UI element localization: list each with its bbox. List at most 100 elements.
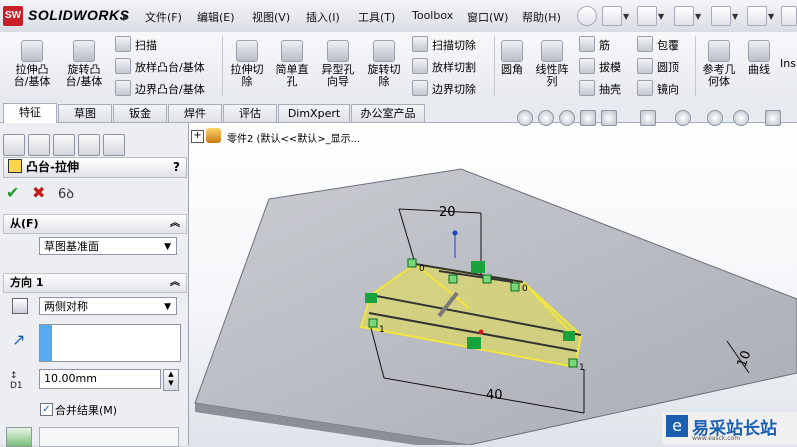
chevron-down-icon[interactable]: ▼ — [623, 12, 629, 21]
zoom-to-fit-icon[interactable] — [517, 110, 533, 126]
collapse-icon[interactable]: ︽ — [170, 215, 180, 233]
handle-point — [448, 274, 458, 284]
chevron-down-icon[interactable]: ▼ — [768, 12, 774, 21]
configuration-icon[interactable] — [53, 134, 75, 156]
save-icon[interactable] — [674, 6, 694, 26]
thin-feature-icon[interactable] — [6, 427, 32, 447]
property-manager-icon[interactable] — [28, 134, 50, 156]
mirror-button[interactable]: 镜向 — [637, 80, 679, 96]
part-name[interactable]: 零件2 (默认<<默认>_显示... — [227, 130, 360, 145]
tab-dimxpert[interactable]: DimXpert — [278, 104, 350, 122]
end-condition-select[interactable]: 两侧对称 ▼ — [39, 297, 177, 315]
solidworks-logo-icon[interactable]: SW — [3, 6, 23, 26]
from-group-header[interactable]: 从(F) ︽ — [3, 214, 187, 234]
extrude-cut-icon — [236, 40, 258, 62]
display-style-icon[interactable] — [640, 110, 656, 126]
menu-window[interactable]: 窗口(W) — [467, 9, 508, 25]
menu-tools[interactable]: 工具(T) — [358, 9, 395, 25]
menu-file[interactable]: 文件(F) — [145, 9, 182, 25]
draft-button[interactable]: 拔模 — [579, 58, 621, 74]
swept-cut-icon — [412, 36, 428, 52]
print-icon[interactable] — [711, 6, 731, 26]
collapse-icon[interactable]: ︽ — [170, 274, 180, 292]
merge-result-checkbox[interactable]: ✓ — [40, 403, 53, 416]
view-orientation-icon[interactable] — [601, 110, 617, 126]
dome-button[interactable]: 圆顶 — [637, 58, 679, 74]
simple-hole-button[interactable]: 简单直 孔 — [272, 38, 312, 88]
extrude-boss-button[interactable]: 拉伸凸 台/基体 — [10, 38, 54, 88]
chevron-down-icon[interactable]: ▼ — [732, 12, 738, 21]
dimension-bottom[interactable]: 40 — [486, 388, 503, 403]
help-button[interactable]: ? — [173, 158, 180, 177]
loft-button[interactable]: 放样凸台/基体 — [115, 58, 205, 74]
dimxpert-icon[interactable] — [78, 134, 100, 156]
tab-evaluate[interactable]: 评估 — [223, 104, 277, 122]
expand-tree-icon[interactable]: + — [191, 130, 204, 143]
chevron-down-icon[interactable]: ▼ — [658, 12, 664, 21]
lofted-cut-button[interactable]: 放样切割 — [412, 58, 476, 74]
menu-toolbox[interactable]: Toolbox — [412, 9, 453, 22]
feature-tree-icon[interactable] — [3, 134, 25, 156]
curves-button[interactable]: 曲线 — [743, 38, 775, 76]
section-view-icon[interactable] — [580, 110, 596, 126]
display-manager-icon[interactable] — [103, 134, 125, 156]
toolbar-divider — [222, 36, 223, 96]
direction1-group-header[interactable]: 方向 1 ︽ — [3, 273, 187, 293]
boundary-boss-icon — [115, 80, 131, 96]
boundary-boss-button[interactable]: 边界凸台/基体 — [115, 80, 205, 96]
boundary-cut-button[interactable]: 边界切除 — [412, 80, 476, 96]
view-settings-icon[interactable] — [765, 110, 781, 126]
menu-edit[interactable]: 编辑(E) — [197, 9, 235, 25]
simple-hole-icon — [281, 40, 303, 62]
rib-button[interactable]: 筋 — [579, 36, 610, 52]
preview-button[interactable]: 6ꝺ — [58, 184, 74, 202]
reverse-direction-icon[interactable] — [12, 298, 28, 314]
tab-sketch[interactable]: 草图 — [58, 104, 112, 122]
menu-insert[interactable]: 插入(I) — [306, 9, 340, 25]
tab-weldments[interactable]: 焊件 — [168, 104, 222, 122]
sweep-button[interactable]: 扫描 — [115, 36, 157, 52]
open-folder-icon[interactable] — [637, 6, 657, 26]
hole-wizard-button[interactable]: 异型孔 向导 — [317, 38, 359, 88]
handle-label: 0 — [419, 264, 425, 274]
reference-geometry-button[interactable]: 参考几 何体 — [698, 38, 740, 88]
handle-label: 1 — [579, 363, 585, 373]
direction-selection-box[interactable] — [39, 324, 181, 362]
dome-icon — [637, 58, 653, 74]
undo-icon[interactable] — [747, 6, 767, 26]
graphics-area[interactable]: 20 40 10 0 0 1 1 — [189, 123, 797, 445]
ok-button[interactable]: ✔ — [6, 183, 19, 202]
new-document-icon[interactable] — [602, 6, 622, 26]
chevron-down-icon[interactable]: ▼ — [695, 12, 701, 21]
menu-expand-icon[interactable]: ▸ — [123, 10, 129, 24]
fillet-button[interactable]: 圆角 — [497, 38, 527, 76]
instant3d-button[interactable]: Ins — [779, 58, 797, 70]
tab-sheet-metal[interactable]: 钣金 — [113, 104, 167, 122]
pin-icon[interactable] — [577, 6, 597, 26]
swept-cut-button[interactable]: 扫描切除 — [412, 36, 476, 52]
apply-scene-icon[interactable] — [733, 110, 749, 126]
sweep-icon — [115, 36, 131, 52]
linear-pattern-button[interactable]: 线性阵 列 — [530, 38, 574, 88]
shell-button[interactable]: 抽壳 — [579, 80, 621, 96]
model-viewport[interactable]: 20 40 10 0 0 1 1 — [189, 123, 797, 445]
tab-features[interactable]: 特征 — [3, 103, 57, 123]
depth-stepper[interactable]: ▲ ▼ — [163, 369, 179, 391]
revolve-cut-button[interactable]: 旋转切 除 — [364, 38, 404, 88]
menu-help[interactable]: 帮助(H) — [522, 9, 561, 25]
dimension-top[interactable]: 20 — [439, 205, 456, 220]
select-icon[interactable] — [781, 6, 797, 26]
hide-show-items-icon[interactable] — [675, 110, 691, 126]
wrap-button[interactable]: 包覆 — [637, 36, 679, 52]
from-select[interactable]: 草图基准面 ▼ — [39, 237, 177, 255]
menu-view[interactable]: 视图(V) — [252, 9, 290, 25]
tab-office-products[interactable]: 办公室产品 — [351, 104, 425, 122]
zoom-to-area-icon[interactable] — [538, 110, 554, 126]
revolve-boss-button[interactable]: 旋转凸 台/基体 — [62, 38, 106, 88]
cancel-button[interactable]: ✖ — [32, 183, 45, 202]
depth-input[interactable]: 10.00mm — [39, 369, 161, 389]
extrude-cut-button[interactable]: 拉伸切 除 — [227, 38, 267, 88]
thin-feature-field[interactable] — [39, 427, 179, 447]
previous-view-icon[interactable] — [559, 110, 575, 126]
edit-appearance-icon[interactable] — [707, 110, 723, 126]
